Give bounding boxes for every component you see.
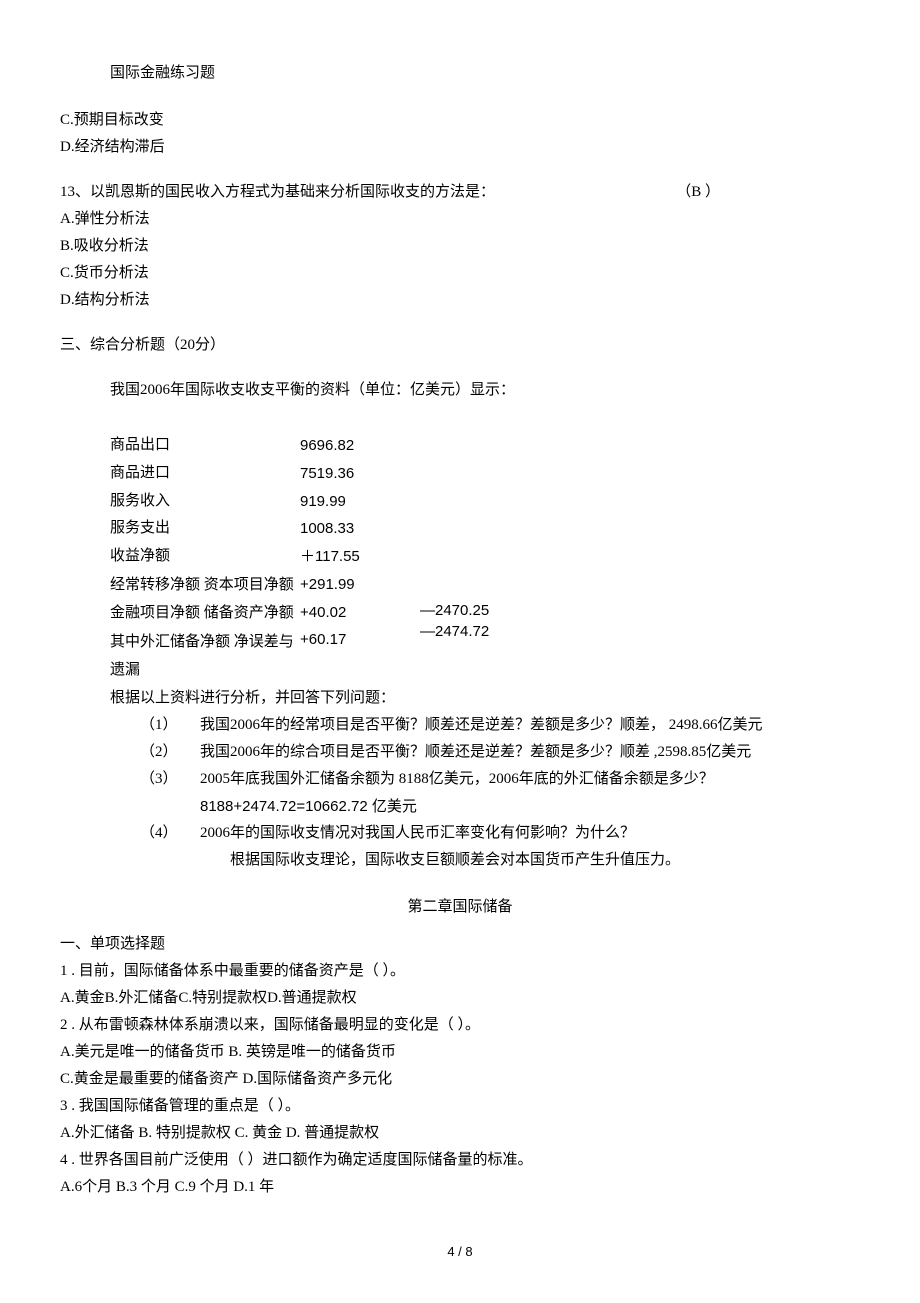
sq3-txt-a: 2005年底我国外汇储备余额为 8188亿美元，2006年底的外汇储备余额是多少… — [200, 766, 860, 793]
val-trans: +291.99 — [300, 571, 420, 599]
lbl-srv-out: 服务支出 — [110, 515, 300, 543]
q13-stem-row: 13、以凯恩斯的国民收入方程式为基础来分析国际收支的方法是： （B ） — [60, 179, 860, 206]
data-labels-col: 商品出口 商品进口 服务收入 服务支出 收益净额 经常转移净额 资本项目净额 金… — [110, 432, 300, 685]
val-import: 7519.36 — [300, 460, 420, 488]
analysis-prompt: 根据以上资料进行分析，并回答下列问题： — [110, 685, 860, 712]
val-cap: +40.02 — [300, 599, 420, 627]
q13-opt-a: A.弹性分析法 — [60, 206, 860, 233]
data-values-col2: —2470.25 —2474.72 — [420, 432, 500, 685]
page-header: 国际金融练习题 — [110, 60, 860, 87]
ch2-q1o: A.黄金B.外汇储备C.特别提款权D.普通提款权 — [60, 985, 860, 1012]
sq1-num: （1） — [140, 712, 200, 739]
data-values-col1: 9696.82 7519.36 919.99 1008.33 ＋117.55 +… — [300, 432, 420, 685]
lbl-income: 收益净额 — [110, 543, 300, 571]
q13-opt-d: D.结构分析法 — [60, 287, 860, 314]
ch2-q3o: A.外汇储备 B. 特别提款权 C. 黄金 D. 普通提款权 — [60, 1120, 860, 1147]
val-export: 9696.82 — [300, 432, 420, 460]
q12-options-tail: C.预期目标改变 D.经济结构滞后 — [60, 107, 860, 161]
lbl-import: 商品进口 — [110, 460, 300, 488]
analysis-intro: 我国2006年国际收支收支平衡的资料（单位：亿美元）显示： — [110, 377, 860, 404]
ch2-q2a: A.美元是唯一的储备货币 B. 英镑是唯一的储备货币 — [60, 1039, 860, 1066]
lbl-transfers: 经常转移净额 资本项目净额 金融项目净额 储备资产净额 — [110, 571, 300, 628]
ch2-section: 一、单项选择题 — [60, 931, 860, 958]
q12-opt-d: D.经济结构滞后 — [60, 134, 860, 161]
ch2-q2b: C.黄金是最重要的储备资产 D.国际储备资产多元化 — [60, 1066, 860, 1093]
sub-questions: （1） 我国2006年的经常项目是否平衡？顺差还是逆差？差额是多少？顺差， 24… — [140, 712, 860, 874]
ch2-q2: 2 . 从布雷顿森林体系崩溃以来，国际储备最明显的变化是（ ）。 — [60, 1012, 860, 1039]
sq4-txt-b: 根据国际收支理论，国际收支巨额顺差会对本国货币产生升值压力。 — [200, 847, 860, 874]
q12-opt-c: C.预期目标改变 — [60, 107, 860, 134]
sq4-txt-a: 2006年的国际收支情况对我国人民币汇率变化有何影响？为什么？ — [200, 820, 860, 847]
q13-answer: （B ） — [676, 179, 860, 206]
q13-opt-c: C.货币分析法 — [60, 260, 860, 287]
ch2-q1: 1 . 目前，国际储备体系中最重要的储备资产是（ ）。 — [60, 958, 860, 985]
val-income: ＋117.55 — [300, 543, 420, 571]
sq1-txt: 我国2006年的经常项目是否平衡？顺差还是逆差？差额是多少？顺差， 2498.6… — [200, 712, 860, 739]
val-res-asset: —2470.25 — [420, 600, 500, 621]
ch2-q4o: A.6个月 B.3 个月 C.9 个月 D.1 年 — [60, 1174, 860, 1201]
ch2-q4: 4 . 世界各国目前广泛使用（ ）进口额作为确定适度国际储备量的标准。 — [60, 1147, 860, 1174]
sq2-num: （2） — [140, 739, 200, 766]
document-page: 国际金融练习题 C.预期目标改变 D.经济结构滞后 13、以凯恩斯的国民收入方程… — [0, 0, 920, 1303]
sq3-num: （3） — [140, 766, 200, 793]
sq2-txt: 我国2006年的综合项目是否平衡？顺差还是逆差？差额是多少？顺差 ,2598.8… — [200, 739, 860, 766]
q13-options: A.弹性分析法 B.吸收分析法 C.货币分析法 D.结构分析法 — [60, 206, 860, 314]
data-table: 商品出口 商品进口 服务收入 服务支出 收益净额 经常转移净额 资本项目净额 金… — [110, 432, 860, 685]
lbl-export: 商品出口 — [110, 432, 300, 460]
sq4-num: （4） — [140, 820, 200, 847]
lbl-srv-in: 服务收入 — [110, 488, 300, 516]
sq3-txt-b: 8188+2474.72=10662.72 亿美元 — [200, 793, 860, 820]
ch2-q3: 3 . 我国国际储备管理的重点是（ ）。 — [60, 1093, 860, 1120]
val-srv-in: 919.99 — [300, 488, 420, 516]
section-3-heading: 三、综合分析题（20分） — [60, 332, 860, 359]
chapter-2-heading: 第二章国际储备 — [60, 894, 860, 921]
lbl-reserves: 其中外汇储备净额 净误差与遗漏 — [110, 628, 300, 685]
q13-stem: 13、以凯恩斯的国民收入方程式为基础来分析国际收支的方法是： — [60, 179, 676, 206]
val-fx-res: —2474.72 — [420, 621, 500, 642]
q13-opt-b: B.吸收分析法 — [60, 233, 860, 260]
val-srv-out: 1008.33 — [300, 515, 420, 543]
page-number: 4 / 8 — [0, 1240, 920, 1263]
val-fin: +60.17 — [300, 626, 420, 654]
